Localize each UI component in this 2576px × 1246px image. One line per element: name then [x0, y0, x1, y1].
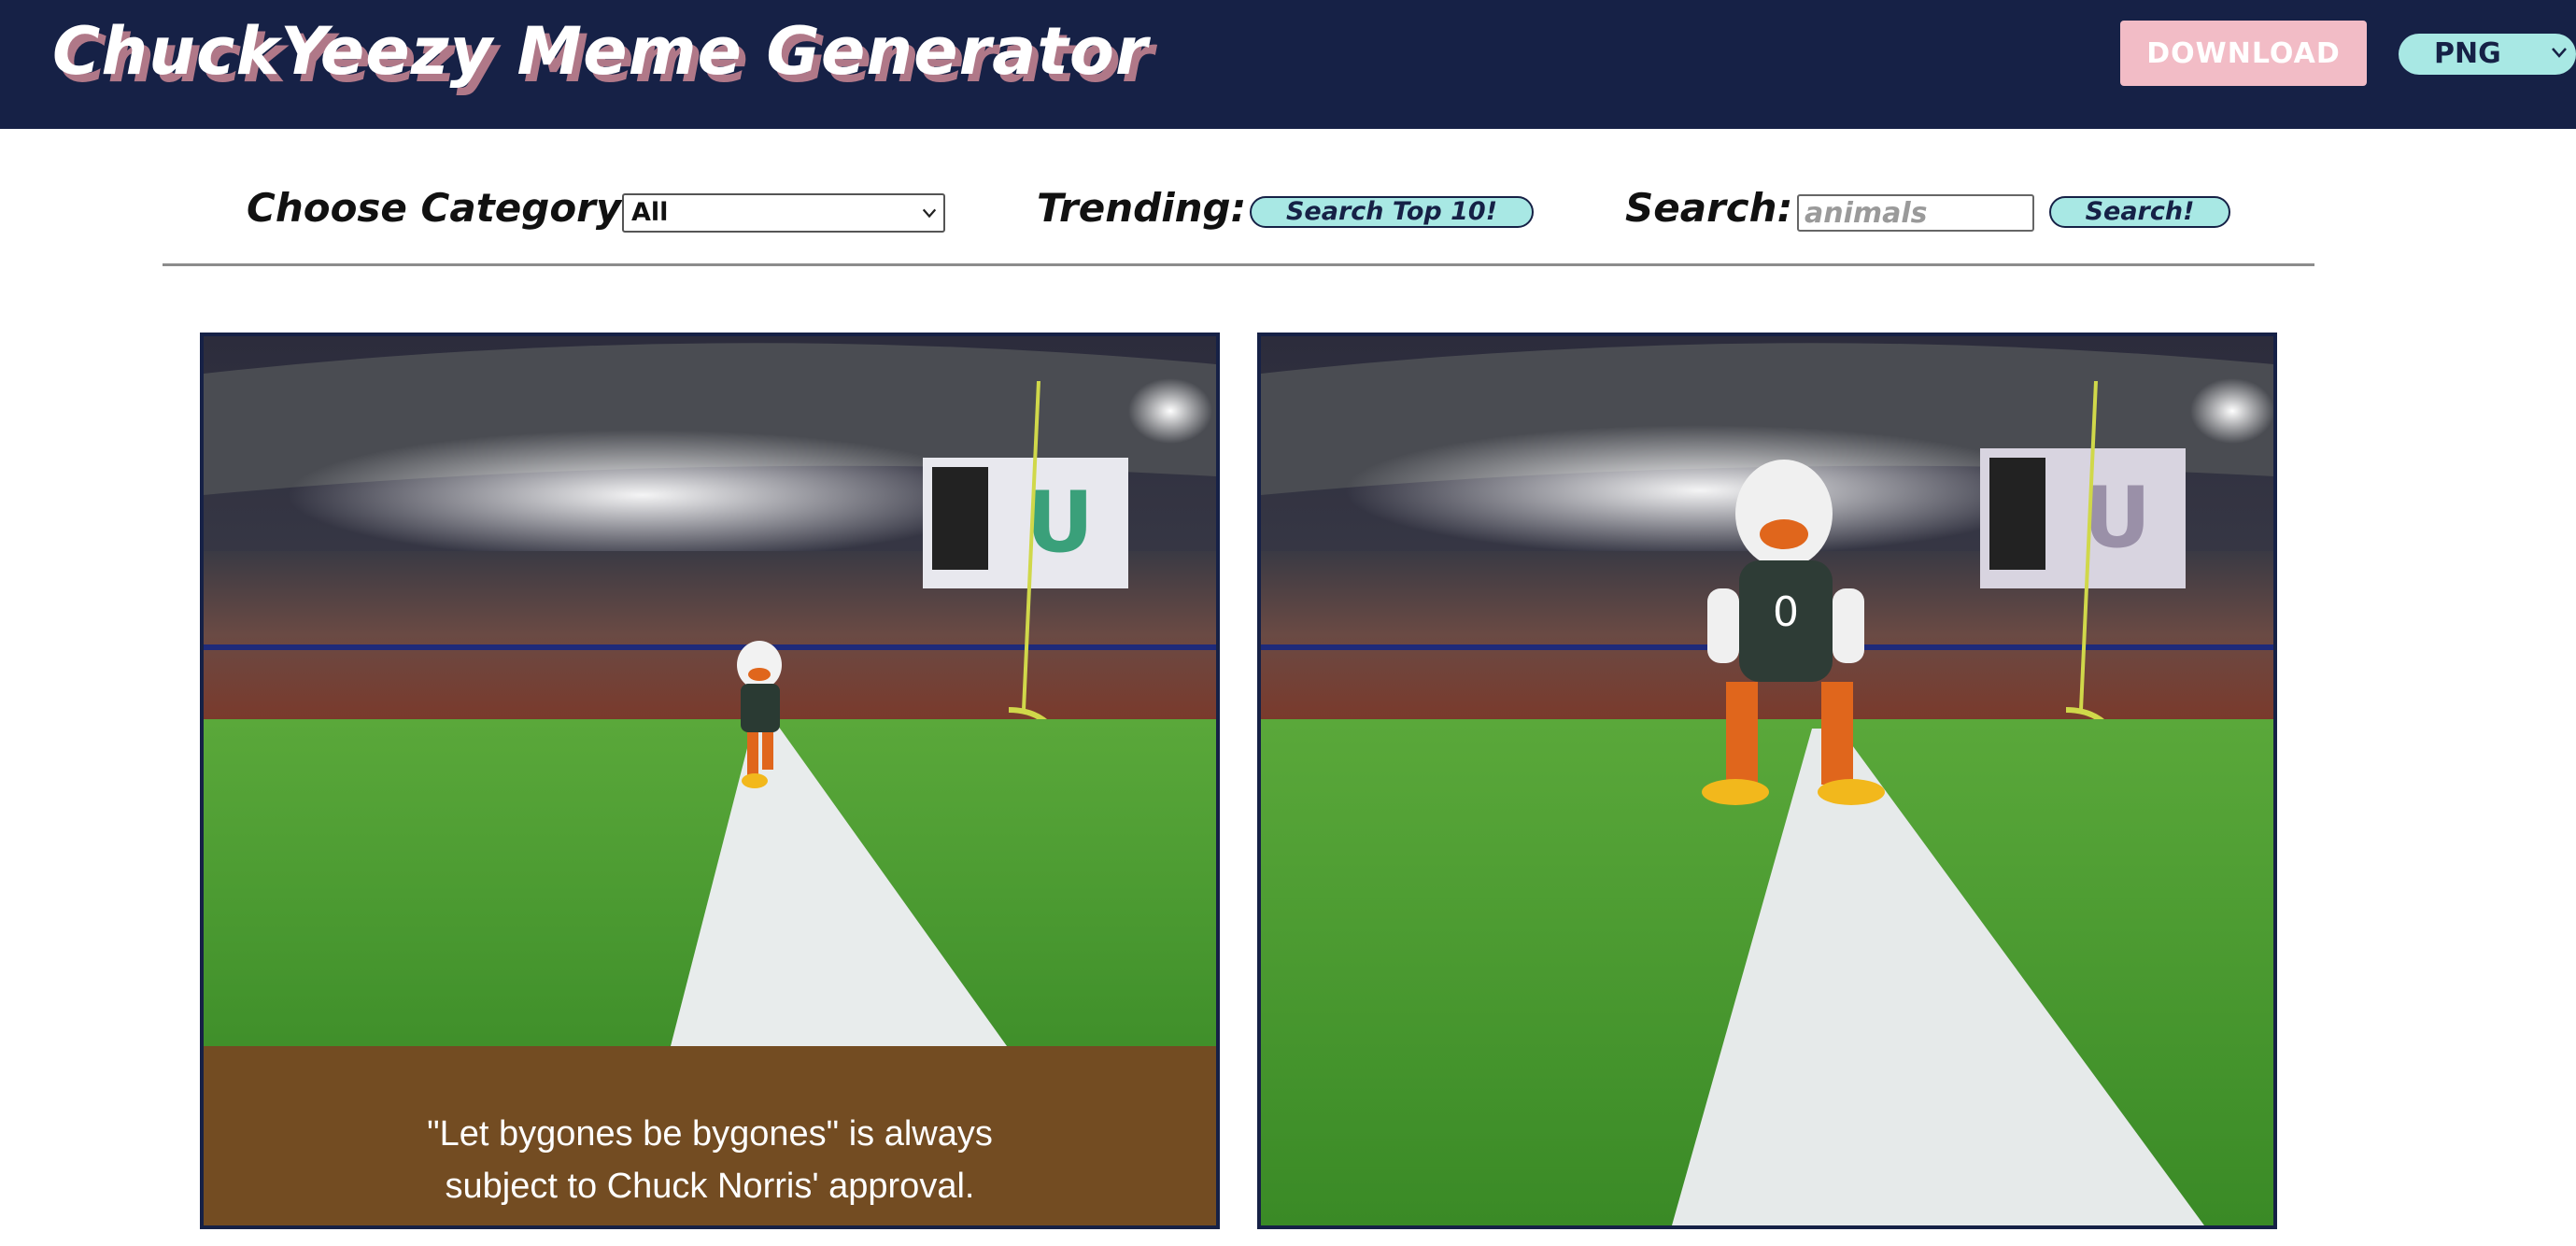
- category-select[interactable]: All: [622, 193, 945, 233]
- format-select-value: PNG: [2434, 37, 2501, 70]
- trending-label: Trending:: [1037, 185, 1247, 231]
- download-button[interactable]: DOWNLOAD: [2120, 21, 2367, 86]
- meme-card[interactable]: U "Let bygones be bygones" is always sub…: [200, 333, 1220, 1229]
- meme-card[interactable]: U 0: [1257, 333, 2277, 1229]
- chevron-down-icon: [922, 208, 937, 219]
- category-label: Choose Category:: [247, 185, 638, 231]
- meme-caption-line-1: "Let bygones be bygones" is always: [427, 1114, 993, 1154]
- meme-caption-line-2: subject to Chuck Norris' approval.: [445, 1167, 975, 1206]
- search-input[interactable]: [1797, 194, 2034, 232]
- app-title: ChuckYeezy Meme Generator: [52, 13, 1149, 90]
- svg-text:0: 0: [1773, 588, 1799, 636]
- search-button[interactable]: Search!: [2049, 196, 2230, 228]
- chevron-down-icon: [2552, 48, 2567, 58]
- format-select[interactable]: PNG: [2399, 34, 2576, 75]
- scoreboard-logo: U: [1026, 474, 1094, 572]
- toolbar-divider: [163, 263, 2314, 266]
- scoreboard: U: [1980, 448, 2186, 588]
- app-header: ChuckYeezy Meme Generator DOWNLOAD PNG: [0, 0, 2576, 129]
- search-top-10-button[interactable]: Search Top 10!: [1250, 196, 1534, 228]
- category-select-value: All: [631, 198, 669, 227]
- search-label: Search:: [1625, 185, 1793, 231]
- meme-image: U 0: [1261, 336, 2273, 1225]
- scoreboard: U: [923, 458, 1128, 588]
